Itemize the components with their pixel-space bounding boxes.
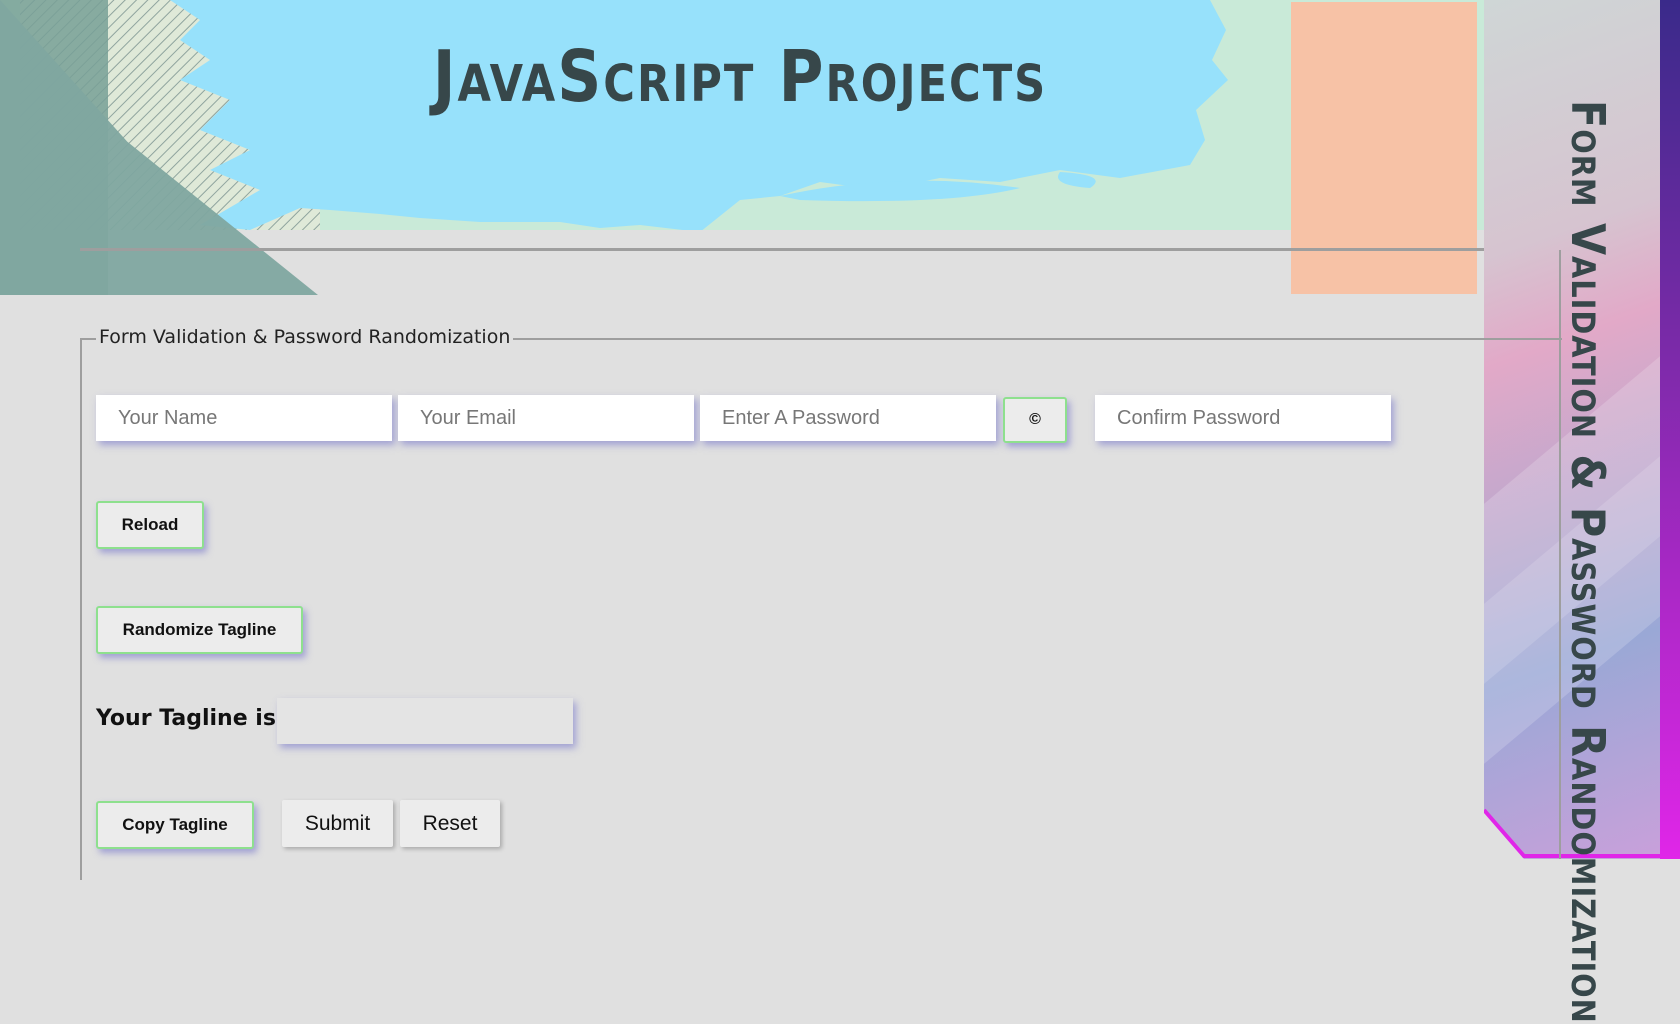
generate-password-button[interactable]: © bbox=[1003, 397, 1067, 443]
confirm-password-input[interactable] bbox=[1095, 395, 1391, 441]
form-legend: Form Validation & Password Randomization bbox=[96, 326, 514, 348]
reload-button[interactable]: Reload bbox=[96, 501, 204, 549]
copy-tagline-button[interactable]: Copy Tagline bbox=[96, 801, 254, 849]
tagline-label: Your Tagline is : bbox=[96, 706, 293, 731]
name-input[interactable] bbox=[96, 395, 392, 441]
randomize-tagline-button[interactable]: Randomize Tagline bbox=[96, 606, 303, 654]
page-title: JavaScript Projects bbox=[432, 36, 1048, 119]
password-input[interactable] bbox=[700, 395, 996, 441]
submit-button[interactable]: Submit bbox=[282, 800, 393, 847]
tagline-output bbox=[277, 698, 573, 744]
email-input[interactable] bbox=[398, 395, 694, 441]
panel-edge bbox=[1660, 0, 1680, 859]
title-divider bbox=[80, 248, 1560, 251]
reset-button[interactable]: Reset bbox=[400, 800, 500, 847]
side-panel-title: Form Validation & Password Randomization bbox=[1561, 100, 1615, 1024]
